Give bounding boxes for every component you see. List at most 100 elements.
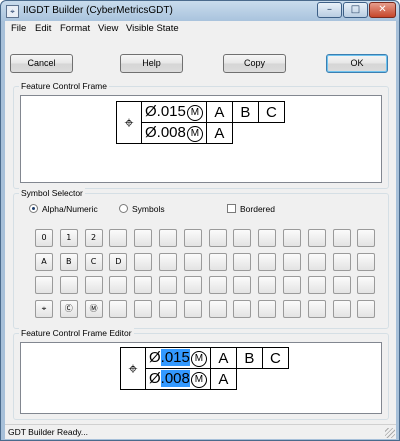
symbol-cell[interactable]	[35, 276, 53, 294]
help-button[interactable]: Help	[120, 54, 183, 73]
symbol-cell[interactable]	[307, 252, 326, 271]
datum-cell: B	[231, 101, 259, 123]
symbol-cell[interactable]	[307, 299, 326, 318]
fcf-editor-canvas[interactable]: ⌖ Ø.015 M A B C Ø.008 M A	[20, 342, 382, 414]
symbol-cell[interactable]	[183, 299, 202, 318]
datum-cell[interactable]: A	[209, 347, 237, 369]
symbol-cell[interactable]	[134, 252, 153, 271]
mmc-modifier-icon: M	[190, 350, 207, 367]
cancel-button[interactable]: Cancel	[10, 54, 73, 73]
symbol-cell[interactable]: 2	[84, 229, 103, 247]
symbol-cell[interactable]	[357, 252, 376, 271]
symbol-cell[interactable]	[134, 299, 153, 318]
symbol-cell[interactable]	[233, 252, 252, 271]
fcf-table: ⌖ Ø.015 M A B C Ø.008 M A	[116, 101, 285, 144]
symbol-cell[interactable]	[183, 229, 202, 247]
symbol-cell[interactable]	[258, 229, 277, 247]
symbol-cell[interactable]	[283, 276, 301, 294]
position-icon: ⌖	[116, 101, 142, 144]
alpha-numeric-label[interactable]: Alpha/Numeric	[42, 204, 98, 214]
symbol-cell[interactable]	[357, 276, 376, 294]
symbol-cell[interactable]: 0	[35, 229, 53, 247]
bordered-label[interactable]: Bordered	[240, 204, 275, 214]
symbol-cell[interactable]: 1	[59, 229, 78, 247]
symbols-label[interactable]: Symbols	[132, 204, 165, 214]
fcf-editor-group: Feature Control Frame Editor ⌖ Ø.015 M A …	[13, 328, 389, 420]
symbol-cell[interactable]	[208, 276, 227, 294]
symbol-cell[interactable]	[332, 299, 351, 318]
symbol-cell[interactable]	[233, 229, 252, 247]
alpha-numeric-radio[interactable]	[29, 204, 38, 213]
symbol-cell[interactable]	[283, 299, 301, 318]
symbol-cell[interactable]	[84, 276, 103, 294]
menu-view[interactable]: View	[98, 23, 118, 34]
symbol-cell[interactable]: B	[59, 252, 78, 271]
tolerance-cell[interactable]: Ø.008 M	[145, 368, 211, 390]
symbol-cell[interactable]: ⌖	[35, 299, 53, 318]
symbol-cell[interactable]	[134, 229, 153, 247]
group-label: Symbol Selector	[19, 188, 85, 198]
symbol-cell[interactable]	[208, 252, 227, 271]
symbol-cell[interactable]	[159, 276, 177, 294]
position-icon[interactable]: ⌖	[120, 347, 146, 390]
client-area: File Edit Format View Visible State Canc…	[5, 21, 396, 439]
symbol-cell[interactable]: D	[109, 252, 128, 271]
symbol-cell[interactable]	[134, 276, 153, 294]
symbol-cell[interactable]: A	[35, 252, 53, 271]
resize-grip-icon[interactable]	[385, 428, 395, 438]
close-button[interactable]: ✕	[369, 2, 396, 18]
symbol-cell[interactable]	[208, 229, 227, 247]
group-label: Feature Control Frame Editor	[19, 328, 134, 338]
title-bar[interactable]: ⌖ IIGDT Builder (CyberMetricsGDT) – □ ✕	[1, 1, 399, 21]
menu-edit[interactable]: Edit	[35, 23, 51, 34]
symbol-cell[interactable]	[307, 229, 326, 247]
datum-cell[interactable]: C	[261, 347, 289, 369]
datum-cell[interactable]: A	[209, 368, 237, 390]
menu-visible-state[interactable]: Visible State	[126, 23, 179, 34]
datum-cell[interactable]: B	[235, 347, 263, 369]
symbol-cell[interactable]: Ⓒ	[59, 299, 78, 318]
menu-file[interactable]: File	[11, 23, 26, 34]
symbol-cell[interactable]: Ⓜ	[84, 299, 103, 318]
menu-format[interactable]: Format	[60, 23, 90, 34]
symbol-cell[interactable]	[233, 276, 252, 294]
symbol-cell[interactable]	[357, 299, 376, 318]
symbol-cell[interactable]	[307, 276, 326, 294]
minimize-button[interactable]: –	[317, 2, 342, 18]
maximize-button[interactable]: □	[343, 2, 368, 18]
copy-button[interactable]: Copy	[223, 54, 286, 73]
symbol-cell[interactable]	[183, 276, 202, 294]
symbol-cell[interactable]	[59, 276, 78, 294]
symbol-selector-group: Symbol Selector Alpha/Numeric Symbols Bo…	[13, 188, 389, 329]
mmc-modifier-icon: M	[186, 104, 203, 121]
symbol-cell[interactable]	[258, 299, 277, 318]
fcf-editor-table[interactable]: ⌖ Ø.015 M A B C Ø.008 M A	[120, 347, 289, 390]
symbol-cell[interactable]	[332, 229, 351, 247]
symbol-cell[interactable]	[283, 252, 301, 271]
symbol-cell[interactable]	[159, 229, 177, 247]
app-icon: ⌖	[6, 5, 19, 18]
tolerance-cell[interactable]: Ø.015 M	[145, 347, 211, 369]
symbol-cell[interactable]	[357, 229, 376, 247]
symbol-cell[interactable]	[109, 299, 128, 318]
symbol-cell[interactable]	[283, 229, 301, 247]
datum-cell: A	[205, 101, 233, 123]
symbol-cell[interactable]	[258, 276, 277, 294]
symbol-cell[interactable]	[332, 252, 351, 271]
tolerance-cell: Ø.015 M	[141, 101, 207, 123]
symbol-cell[interactable]	[332, 276, 351, 294]
selected-tolerance-text[interactable]: .015	[160, 349, 190, 367]
symbol-cell[interactable]	[183, 252, 202, 271]
symbol-cell[interactable]	[109, 276, 128, 294]
bordered-checkbox[interactable]	[227, 204, 236, 213]
symbol-cell[interactable]	[109, 229, 128, 247]
symbol-cell[interactable]	[258, 252, 277, 271]
symbol-cell[interactable]	[208, 299, 227, 318]
symbol-cell[interactable]	[233, 299, 252, 318]
selected-tolerance-text[interactable]: .008	[160, 370, 190, 388]
symbol-cell[interactable]: C	[84, 252, 103, 271]
symbols-radio[interactable]	[119, 204, 128, 213]
symbol-cell[interactable]	[159, 299, 177, 318]
ok-button[interactable]: OK	[326, 54, 388, 73]
symbol-cell[interactable]	[159, 252, 177, 271]
